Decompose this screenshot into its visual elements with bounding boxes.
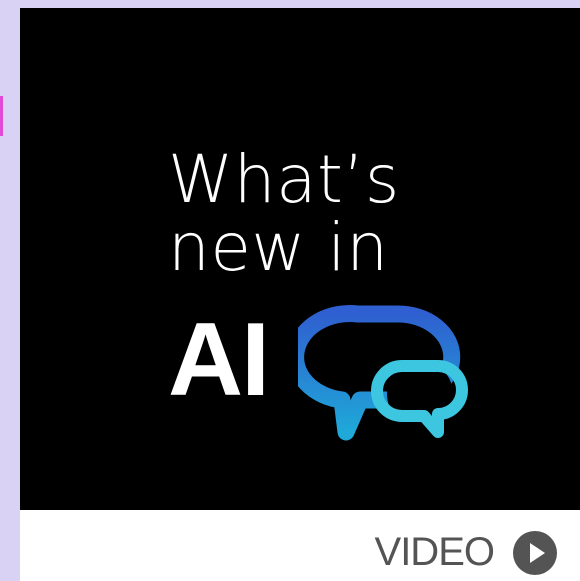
chat-bubbles-icon	[298, 305, 468, 441]
headline-line-1: What’s	[168, 141, 400, 218]
play-circle-icon[interactable]	[512, 530, 558, 576]
headline: What’s new in	[168, 146, 400, 282]
headline-line-2: new in	[168, 209, 389, 286]
headline-ai: AI	[168, 302, 270, 418]
video-thumbnail[interactable]: What’s new in AI	[20, 8, 580, 510]
accent-stripe	[0, 96, 3, 136]
video-footer[interactable]: VIDEO	[20, 510, 580, 581]
video-label: VIDEO	[374, 530, 495, 574]
video-card[interactable]: What’s new in AI VIDEO	[20, 8, 580, 581]
